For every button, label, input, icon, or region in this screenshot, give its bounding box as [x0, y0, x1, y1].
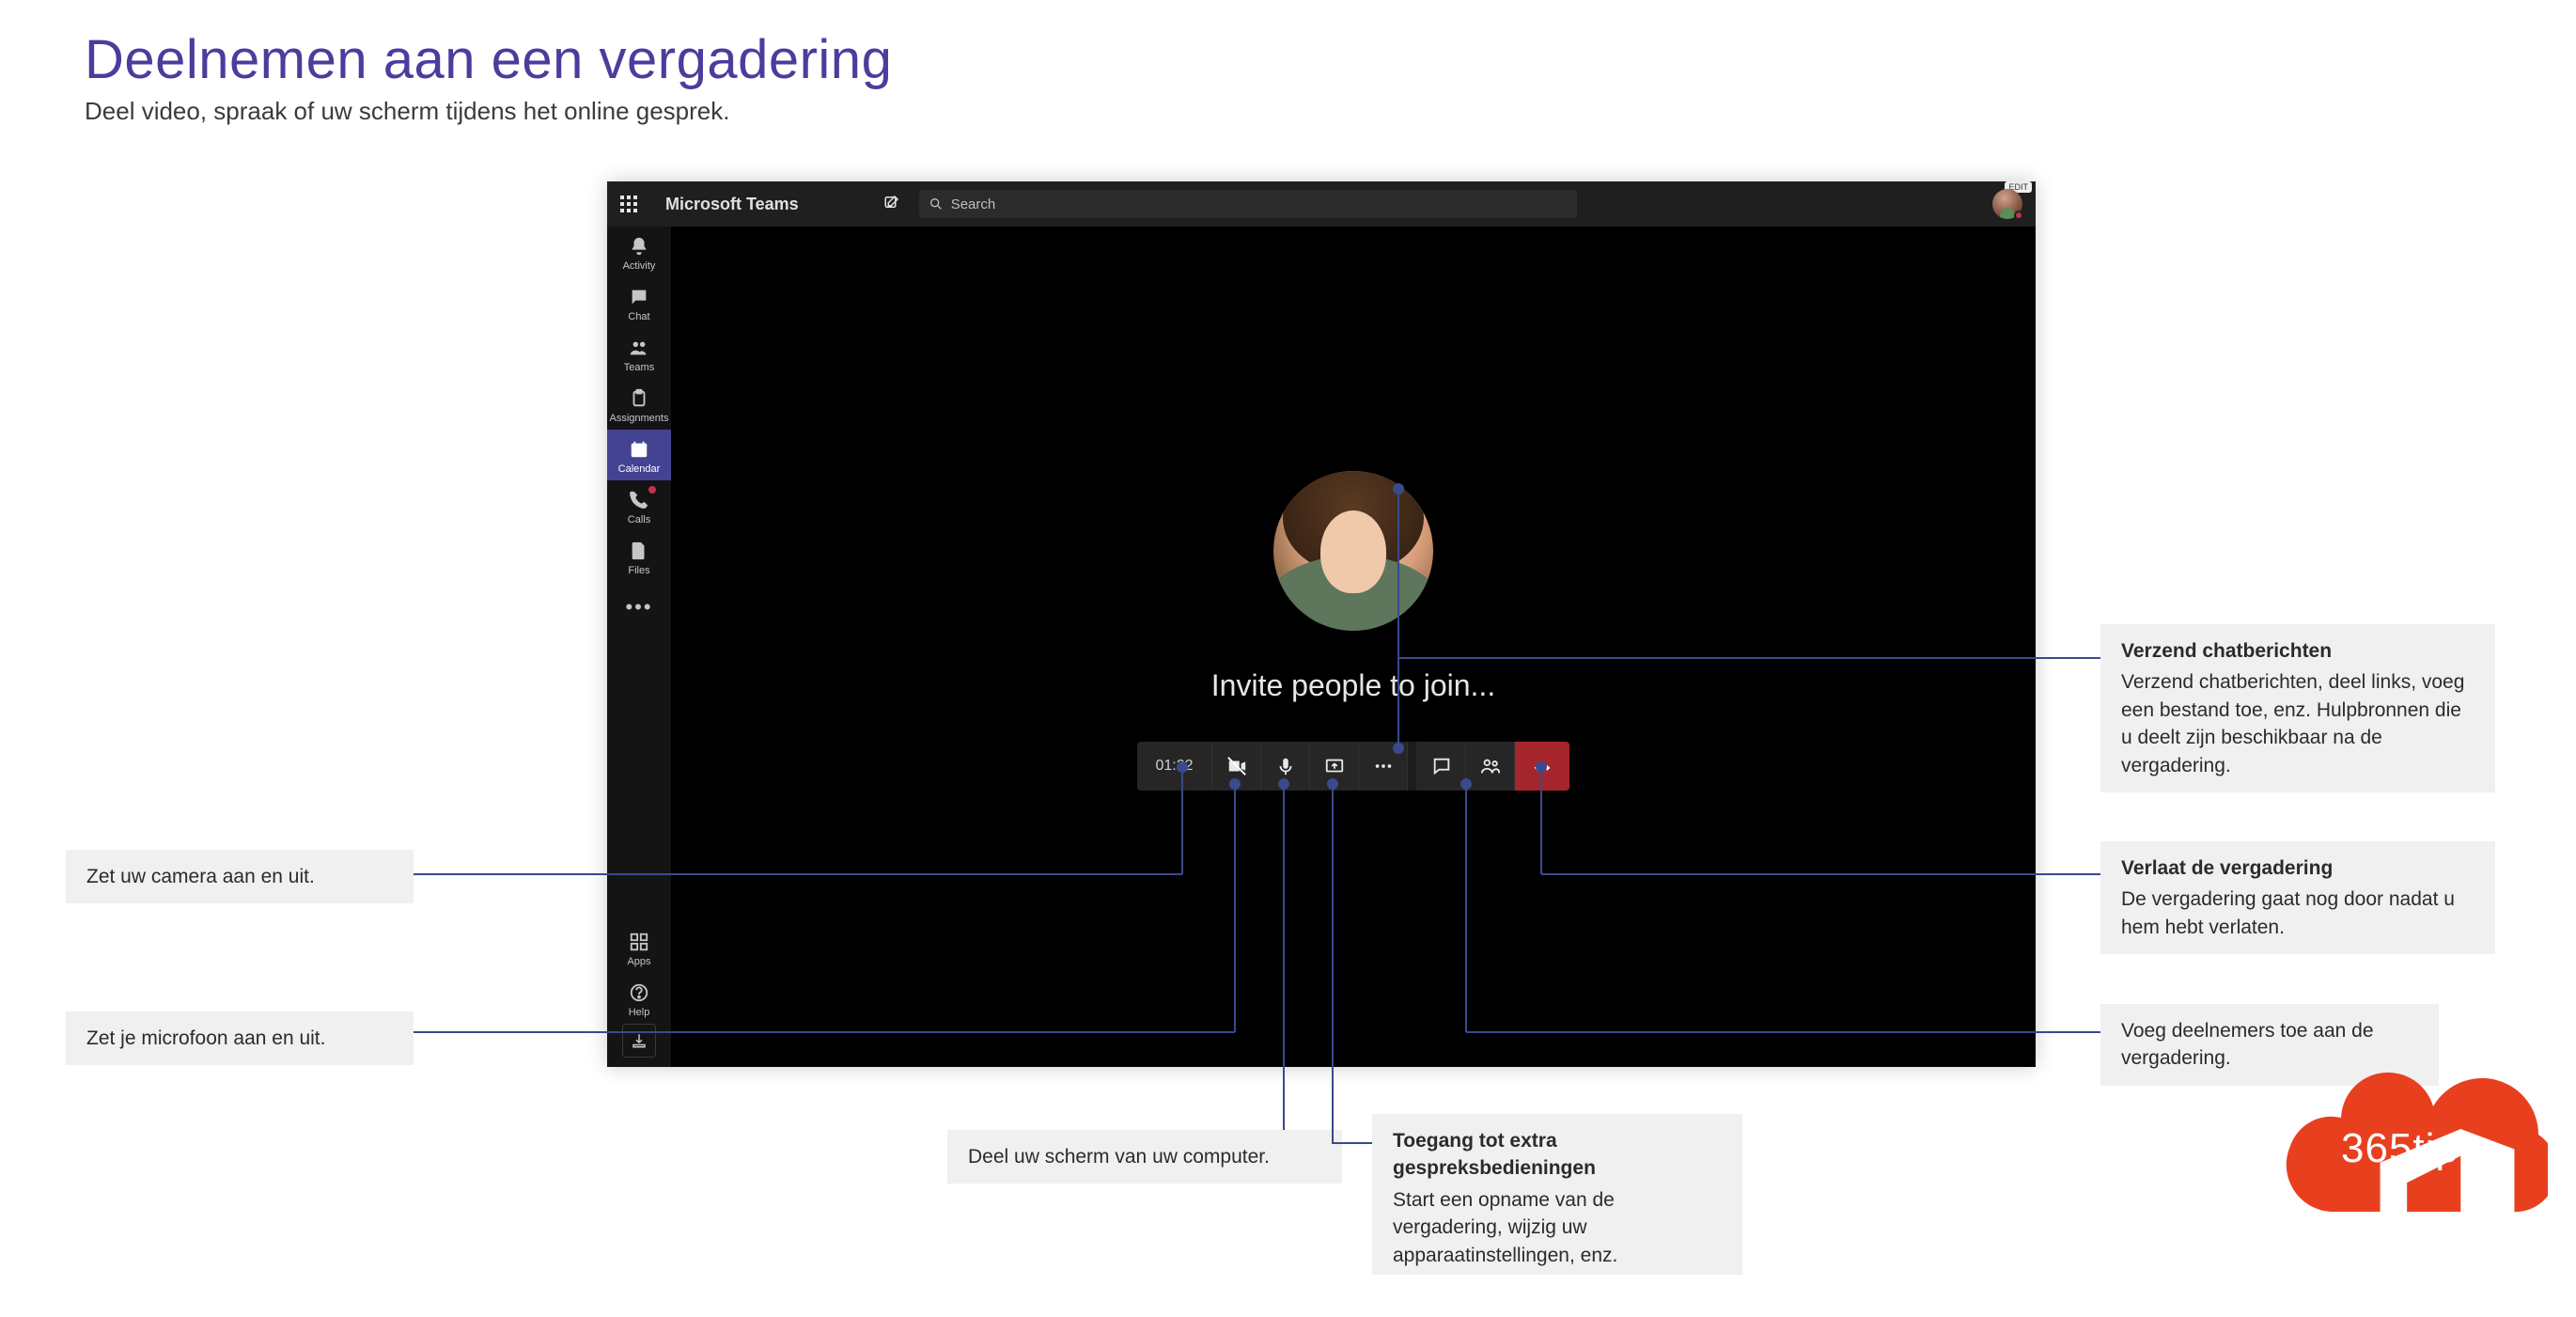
hang-up-button[interactable] [1515, 742, 1569, 791]
more-icon [1373, 756, 1394, 776]
callout-title: Verlaat de vergadering [2121, 854, 2475, 882]
callout-title: Verzend chatberichten [2121, 637, 2475, 665]
callout-text: Verzend chatberichten, deel links, voeg … [2121, 668, 2475, 779]
rail-label: Calls [628, 514, 650, 525]
rail-chat[interactable]: Chat [607, 277, 671, 328]
invite-people-text: Invite people to join... [1211, 668, 1495, 703]
show-participants-button[interactable] [1466, 742, 1515, 791]
microphone-toggle-button[interactable] [1261, 742, 1310, 791]
rail-calendar[interactable]: Calendar [607, 430, 671, 480]
rail-label: Teams [624, 362, 654, 373]
brand-logo: 365tips [2256, 1043, 2548, 1231]
control-separator [1408, 742, 1417, 791]
compose-icon[interactable] [883, 194, 900, 215]
bell-icon [629, 236, 649, 257]
callout-camera: Zet uw camera aan en uit. [66, 850, 414, 903]
callout-text: Start een opname van de vergadering, wij… [1393, 1186, 1722, 1269]
teams-topbar: Microsoft Teams Search EDIT [607, 181, 2036, 227]
people-icon [1480, 756, 1501, 776]
help-icon [629, 982, 649, 1003]
hang-up-icon [1532, 756, 1553, 776]
page-subtitle: Deel video, spraak of uw scherm tijdens … [85, 97, 892, 126]
rail-calls[interactable]: Calls [607, 480, 671, 531]
show-chat-button[interactable] [1417, 742, 1466, 791]
callout-more-actions: Toegang tot extra gespreksbedieningen St… [1372, 1114, 1742, 1275]
rail-label: Files [628, 565, 649, 576]
rail-label: Assignments [610, 413, 669, 424]
camera-toggle-button[interactable] [1212, 742, 1261, 791]
calls-icon [629, 490, 649, 510]
camera-off-icon [1226, 756, 1247, 776]
calendar-icon [629, 439, 649, 460]
callout-text: De vergadering gaat nog door nadat u hem… [2121, 886, 2475, 941]
callout-leave: Verlaat de vergadering De vergadering ga… [2100, 841, 2495, 954]
callout-chat: Verzend chatberichten Verzend chatberich… [2100, 624, 2495, 792]
search-placeholder: Search [951, 196, 996, 212]
download-app-button[interactable] [622, 1024, 656, 1058]
meeting-stage: Invite people to join... 01:22 [671, 227, 2036, 1067]
rail-label: Apps [627, 956, 650, 967]
search-input[interactable]: Search [919, 190, 1577, 218]
rail-label: Help [629, 1007, 650, 1018]
share-screen-icon [1324, 756, 1345, 776]
app-title: Microsoft Teams [665, 195, 799, 214]
rail-activity[interactable]: Activity [607, 227, 671, 277]
rail-files[interactable]: Files [607, 531, 671, 582]
brand-logo-text: 365tips [2341, 1125, 2481, 1172]
rail-label: Chat [628, 311, 649, 322]
rail-assignments[interactable]: Assignments [607, 379, 671, 430]
callout-microphone: Zet je microfoon aan en uit. [66, 1011, 414, 1065]
callout-title: Toegang tot extra gespreksbedieningen [1393, 1127, 1722, 1183]
share-screen-button[interactable] [1310, 742, 1359, 791]
rail-label: Calendar [618, 463, 661, 475]
callout-text: Deel uw scherm van uw computer. [968, 1143, 1321, 1170]
assignments-icon [629, 388, 649, 409]
profile-avatar[interactable]: EDIT [1992, 189, 2022, 219]
download-icon [631, 1032, 648, 1049]
left-rail: Activity Chat Teams Assignments Calendar… [607, 227, 671, 1067]
teams-icon [629, 337, 649, 358]
search-icon [929, 196, 944, 212]
apps-icon [629, 932, 649, 952]
rail-apps[interactable]: Apps [607, 922, 671, 973]
page-title: Deelnemen aan een vergadering [85, 28, 892, 91]
rail-more-icon[interactable]: ••• [625, 582, 652, 633]
rail-label: Activity [623, 260, 656, 272]
callout-text: Zet uw camera aan en uit. [86, 863, 393, 890]
presence-indicator [2014, 211, 2023, 220]
more-actions-button[interactable] [1359, 742, 1408, 791]
rail-badge-indicator [648, 486, 656, 494]
teams-window: Microsoft Teams Search EDIT Activity Cha… [607, 181, 2036, 1067]
call-timer: 01:22 [1137, 742, 1212, 791]
callout-share: Deel uw scherm van uw computer. [947, 1130, 1342, 1184]
chat-bubble-icon [1431, 756, 1452, 776]
callout-text: Zet je microfoon aan en uit. [86, 1025, 393, 1052]
chat-icon [629, 287, 649, 307]
files-icon [629, 541, 649, 561]
rail-teams[interactable]: Teams [607, 328, 671, 379]
microphone-icon [1275, 756, 1296, 776]
app-launcher-icon[interactable] [620, 196, 637, 212]
call-control-bar: 01:22 [1137, 742, 1569, 791]
meeting-participant-avatar [1273, 471, 1433, 631]
rail-help[interactable]: Help [607, 973, 671, 1024]
